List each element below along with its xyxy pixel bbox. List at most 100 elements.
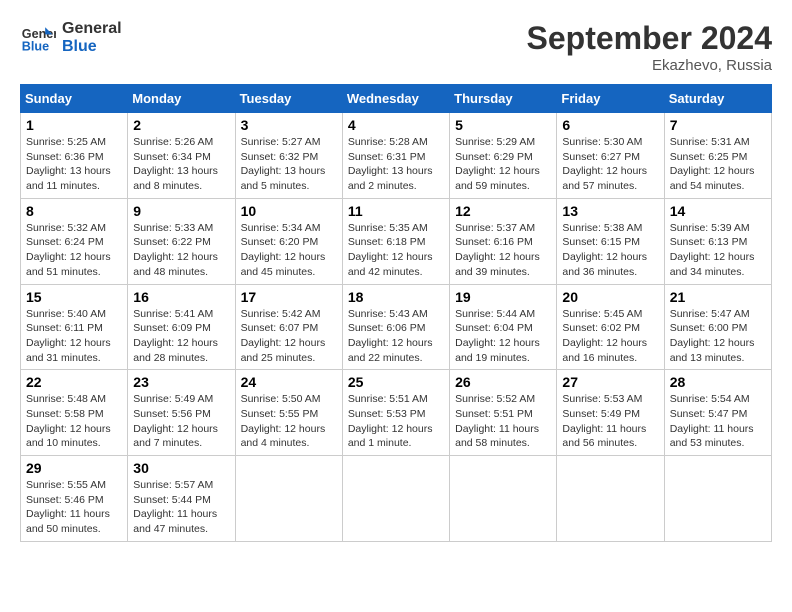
calendar-cell: 17 Sunrise: 5:42 AM Sunset: 6:07 PM Dayli… (235, 284, 342, 370)
location-subtitle: Ekazhevo, Russia (527, 57, 772, 74)
day-info: Sunrise: 5:38 AM Sunset: 6:15 PM Dayligh… (562, 221, 658, 280)
month-title: September 2024 (527, 20, 772, 57)
logo-general: General (62, 20, 122, 38)
day-number: 13 (562, 203, 658, 219)
calendar-cell: 28 Sunrise: 5:54 AM Sunset: 5:47 PM Dayli… (664, 370, 771, 456)
weekday-wednesday: Wednesday (342, 85, 449, 113)
calendar-table: SundayMondayTuesdayWednesdayThursdayFrid… (20, 84, 772, 542)
day-number: 1 (26, 117, 122, 133)
day-number: 12 (455, 203, 551, 219)
day-info: Sunrise: 5:30 AM Sunset: 6:27 PM Dayligh… (562, 135, 658, 194)
day-number: 5 (455, 117, 551, 133)
weekday-friday: Friday (557, 85, 664, 113)
day-info: Sunrise: 5:28 AM Sunset: 6:31 PM Dayligh… (348, 135, 444, 194)
svg-text:Blue: Blue (22, 40, 49, 54)
day-number: 10 (241, 203, 337, 219)
day-info: Sunrise: 5:48 AM Sunset: 5:58 PM Dayligh… (26, 392, 122, 451)
calendar-cell: 2 Sunrise: 5:26 AM Sunset: 6:34 PM Daylig… (128, 113, 235, 199)
day-number: 17 (241, 289, 337, 305)
calendar-week-3: 15 Sunrise: 5:40 AM Sunset: 6:11 PM Dayli… (21, 284, 772, 370)
day-number: 8 (26, 203, 122, 219)
calendar-week-1: 1Sunrise: 5:25 AM Sunset: 6:36 PM Daylig… (21, 113, 772, 199)
day-info: Sunrise: 5:42 AM Sunset: 6:07 PM Dayligh… (241, 307, 337, 366)
day-info: Sunrise: 5:51 AM Sunset: 5:53 PM Dayligh… (348, 392, 444, 451)
calendar-cell: 23 Sunrise: 5:49 AM Sunset: 5:56 PM Dayli… (128, 370, 235, 456)
calendar-cell: 26 Sunrise: 5:52 AM Sunset: 5:51 PM Dayli… (450, 370, 557, 456)
day-info: Sunrise: 5:33 AM Sunset: 6:22 PM Dayligh… (133, 221, 229, 280)
day-info: Sunrise: 5:26 AM Sunset: 6:34 PM Dayligh… (133, 135, 229, 194)
calendar-cell: 15 Sunrise: 5:40 AM Sunset: 6:11 PM Dayli… (21, 284, 128, 370)
day-info: Sunrise: 5:52 AM Sunset: 5:51 PM Dayligh… (455, 392, 551, 451)
day-info: Sunrise: 5:29 AM Sunset: 6:29 PM Dayligh… (455, 135, 551, 194)
day-number: 26 (455, 374, 551, 390)
calendar-cell: 19 Sunrise: 5:44 AM Sunset: 6:04 PM Dayli… (450, 284, 557, 370)
calendar-cell: 5 Sunrise: 5:29 AM Sunset: 6:29 PM Daylig… (450, 113, 557, 199)
weekday-thursday: Thursday (450, 85, 557, 113)
calendar-cell: 16Sunrise: 5:41 AM Sunset: 6:09 PM Dayli… (128, 284, 235, 370)
day-number: 11 (348, 203, 444, 219)
day-number: 7 (670, 117, 766, 133)
day-number: 29 (26, 460, 122, 476)
weekday-monday: Monday (128, 85, 235, 113)
day-number: 22 (26, 374, 122, 390)
day-number: 19 (455, 289, 551, 305)
day-number: 2 (133, 117, 229, 133)
day-info: Sunrise: 5:49 AM Sunset: 5:56 PM Dayligh… (133, 392, 229, 451)
calendar-cell: 3 Sunrise: 5:27 AM Sunset: 6:32 PM Daylig… (235, 113, 342, 199)
day-number: 3 (241, 117, 337, 133)
day-number: 20 (562, 289, 658, 305)
logo-icon: General Blue (20, 20, 56, 56)
calendar-cell: 30 Sunrise: 5:57 AM Sunset: 5:44 PM Dayli… (128, 456, 235, 542)
calendar-cell (235, 456, 342, 542)
day-number: 25 (348, 374, 444, 390)
day-info: Sunrise: 5:34 AM Sunset: 6:20 PM Dayligh… (241, 221, 337, 280)
weekday-header-row: SundayMondayTuesdayWednesdayThursdayFrid… (21, 85, 772, 113)
title-block: September 2024 Ekazhevo, Russia (527, 20, 772, 74)
calendar-cell: 1Sunrise: 5:25 AM Sunset: 6:36 PM Daylig… (21, 113, 128, 199)
day-info: Sunrise: 5:45 AM Sunset: 6:02 PM Dayligh… (562, 307, 658, 366)
day-number: 30 (133, 460, 229, 476)
day-number: 18 (348, 289, 444, 305)
calendar-cell: 4Sunrise: 5:28 AM Sunset: 6:31 PM Daylig… (342, 113, 449, 199)
day-info: Sunrise: 5:39 AM Sunset: 6:13 PM Dayligh… (670, 221, 766, 280)
calendar-cell: 21Sunrise: 5:47 AM Sunset: 6:00 PM Dayli… (664, 284, 771, 370)
weekday-tuesday: Tuesday (235, 85, 342, 113)
calendar-cell: 10 Sunrise: 5:34 AM Sunset: 6:20 PM Dayli… (235, 198, 342, 284)
day-info: Sunrise: 5:40 AM Sunset: 6:11 PM Dayligh… (26, 307, 122, 366)
day-info: Sunrise: 5:37 AM Sunset: 6:16 PM Dayligh… (455, 221, 551, 280)
calendar-body: 1Sunrise: 5:25 AM Sunset: 6:36 PM Daylig… (21, 113, 772, 542)
calendar-cell: 12 Sunrise: 5:37 AM Sunset: 6:16 PM Dayli… (450, 198, 557, 284)
day-info: Sunrise: 5:53 AM Sunset: 5:49 PM Dayligh… (562, 392, 658, 451)
calendar-cell (450, 456, 557, 542)
day-info: Sunrise: 5:31 AM Sunset: 6:25 PM Dayligh… (670, 135, 766, 194)
calendar-cell: 13 Sunrise: 5:38 AM Sunset: 6:15 PM Dayli… (557, 198, 664, 284)
calendar-cell: 6Sunrise: 5:30 AM Sunset: 6:27 PM Daylig… (557, 113, 664, 199)
day-info: Sunrise: 5:57 AM Sunset: 5:44 PM Dayligh… (133, 478, 229, 537)
day-number: 23 (133, 374, 229, 390)
day-info: Sunrise: 5:32 AM Sunset: 6:24 PM Dayligh… (26, 221, 122, 280)
calendar-cell: 22 Sunrise: 5:48 AM Sunset: 5:58 PM Dayli… (21, 370, 128, 456)
calendar-cell: 27 Sunrise: 5:53 AM Sunset: 5:49 PM Dayli… (557, 370, 664, 456)
calendar-cell (557, 456, 664, 542)
day-number: 14 (670, 203, 766, 219)
calendar-week-4: 22 Sunrise: 5:48 AM Sunset: 5:58 PM Dayli… (21, 370, 772, 456)
calendar-cell (342, 456, 449, 542)
calendar-cell: 18Sunrise: 5:43 AM Sunset: 6:06 PM Dayli… (342, 284, 449, 370)
calendar-cell: 20 Sunrise: 5:45 AM Sunset: 6:02 PM Dayli… (557, 284, 664, 370)
day-number: 27 (562, 374, 658, 390)
calendar-cell: 14 Sunrise: 5:39 AM Sunset: 6:13 PM Dayli… (664, 198, 771, 284)
calendar-week-2: 8 Sunrise: 5:32 AM Sunset: 6:24 PM Daylig… (21, 198, 772, 284)
day-info: Sunrise: 5:44 AM Sunset: 6:04 PM Dayligh… (455, 307, 551, 366)
calendar-cell (664, 456, 771, 542)
day-info: Sunrise: 5:35 AM Sunset: 6:18 PM Dayligh… (348, 221, 444, 280)
day-number: 21 (670, 289, 766, 305)
day-info: Sunrise: 5:54 AM Sunset: 5:47 PM Dayligh… (670, 392, 766, 451)
day-number: 15 (26, 289, 122, 305)
calendar-week-5: 29 Sunrise: 5:55 AM Sunset: 5:46 PM Dayli… (21, 456, 772, 542)
day-info: Sunrise: 5:27 AM Sunset: 6:32 PM Dayligh… (241, 135, 337, 194)
day-number: 28 (670, 374, 766, 390)
calendar-cell: 25 Sunrise: 5:51 AM Sunset: 5:53 PM Dayli… (342, 370, 449, 456)
weekday-sunday: Sunday (21, 85, 128, 113)
calendar-cell: 8 Sunrise: 5:32 AM Sunset: 6:24 PM Daylig… (21, 198, 128, 284)
day-info: Sunrise: 5:55 AM Sunset: 5:46 PM Dayligh… (26, 478, 122, 537)
